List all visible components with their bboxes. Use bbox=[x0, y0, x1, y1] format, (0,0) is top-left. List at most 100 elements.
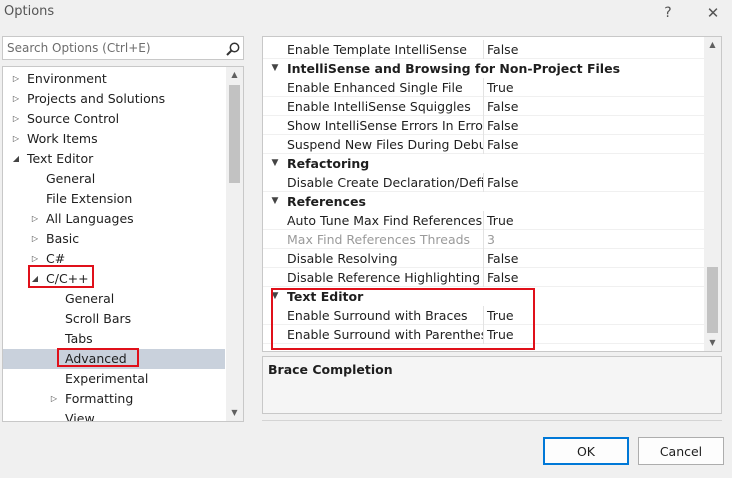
search-icon[interactable] bbox=[225, 41, 241, 57]
tree-item-label: Text Editor bbox=[27, 151, 94, 166]
property-name: Max Find References Threads bbox=[287, 232, 471, 247]
tree-item-c-c[interactable]: ◢ C/C++ bbox=[3, 269, 225, 289]
tree-item-scroll-bars[interactable]: Scroll Bars bbox=[3, 309, 225, 329]
column-separator bbox=[483, 249, 484, 268]
expand-arrow-icon[interactable]: ▷ bbox=[11, 109, 21, 129]
property-row-show-intellisense-errors-in-error-list[interactable]: Show IntelliSense Errors In Error List Fa… bbox=[263, 116, 706, 135]
tree-item-label: Environment bbox=[27, 71, 107, 86]
collapse-arrow-icon[interactable]: ▼ bbox=[269, 287, 281, 306]
scroll-up-icon[interactable]: ▲ bbox=[704, 37, 721, 53]
tree-item-label: General bbox=[46, 171, 96, 186]
property-row-enable-template-intellisense[interactable]: Enable Template IntelliSense False bbox=[263, 40, 706, 59]
tree-item-label: All Languages bbox=[46, 211, 134, 226]
property-row-disable-reference-highlighting[interactable]: Disable Reference Highlighting False bbox=[263, 268, 706, 287]
property-row-disable-resolving[interactable]: Disable Resolving False bbox=[263, 249, 706, 268]
title-bar: Options ? ✕ bbox=[0, 0, 732, 28]
property-value[interactable]: False bbox=[487, 97, 518, 116]
expand-arrow-icon[interactable]: ▷ bbox=[11, 129, 21, 149]
expand-arrow-icon[interactable]: ▷ bbox=[30, 249, 40, 269]
tree-item-work-items[interactable]: ▷ Work Items bbox=[3, 129, 225, 149]
tree-item-environment[interactable]: ▷ Environment bbox=[3, 69, 225, 89]
collapse-arrow-icon[interactable]: ▼ bbox=[269, 154, 281, 173]
property-row-disable-create-declaration-definition[interactable]: Disable Create Declaration/Definition Fal… bbox=[263, 173, 706, 192]
scroll-thumb[interactable] bbox=[707, 267, 718, 333]
property-value[interactable]: True bbox=[487, 306, 514, 325]
property-name: Disable Create Declaration/Definition bbox=[287, 175, 483, 190]
tree-item-label: Advanced bbox=[65, 351, 127, 366]
collapse-arrow-icon[interactable]: ▼ bbox=[269, 59, 281, 78]
property-value[interactable]: True bbox=[487, 211, 514, 230]
scroll-thumb[interactable] bbox=[229, 85, 240, 183]
expand-arrow-icon[interactable]: ▷ bbox=[30, 229, 40, 249]
tree-item-experimental[interactable]: Experimental bbox=[3, 369, 225, 389]
tree-item-general[interactable]: General bbox=[3, 289, 225, 309]
expand-arrow-icon[interactable]: ▷ bbox=[30, 209, 40, 229]
column-separator bbox=[483, 325, 484, 344]
options-tree: ▷ Environment ▷ Projects and Solutions ▷ Sour… bbox=[2, 66, 244, 422]
tree-item-label: Projects and Solutions bbox=[27, 91, 166, 106]
tree-item-advanced[interactable]: Advanced bbox=[3, 349, 225, 369]
expand-arrow-icon[interactable]: ▷ bbox=[49, 389, 59, 409]
property-name: Enable Surround with Braces bbox=[287, 308, 468, 323]
search-input[interactable] bbox=[3, 37, 217, 59]
tree-item-label: C# bbox=[46, 251, 66, 266]
property-row-enable-surround-with-braces[interactable]: Enable Surround with Braces True bbox=[263, 306, 706, 325]
grid-scrollbar[interactable]: ▲ ▼ bbox=[704, 37, 721, 351]
collapse-arrow-icon[interactable]: ◢ bbox=[11, 149, 21, 169]
property-value[interactable]: False bbox=[487, 268, 518, 287]
property-value[interactable]: False bbox=[487, 173, 518, 192]
tree-item-formatting[interactable]: ▷ Formatting bbox=[3, 389, 225, 409]
column-separator bbox=[483, 116, 484, 135]
category-refactoring[interactable]: ▼ Refactoring bbox=[263, 154, 706, 173]
collapse-arrow-icon[interactable]: ▼ bbox=[269, 192, 281, 211]
property-value[interactable]: False bbox=[487, 249, 518, 268]
property-value[interactable]: False bbox=[487, 135, 518, 154]
cancel-button[interactable]: Cancel bbox=[638, 437, 724, 465]
expand-arrow-icon[interactable]: ▷ bbox=[11, 69, 21, 89]
scroll-up-icon[interactable]: ▲ bbox=[226, 67, 243, 83]
expand-arrow-icon[interactable]: ▷ bbox=[11, 89, 21, 109]
column-separator bbox=[483, 97, 484, 116]
tree-item-projects-and-solutions[interactable]: ▷ Projects and Solutions bbox=[3, 89, 225, 109]
tree-item-file-extension[interactable]: File Extension bbox=[3, 189, 225, 209]
property-value[interactable]: False bbox=[487, 40, 518, 59]
close-button[interactable]: ✕ bbox=[700, 2, 726, 24]
scroll-down-icon[interactable]: ▼ bbox=[226, 405, 243, 421]
tree-item-text-editor[interactable]: ◢ Text Editor bbox=[3, 149, 225, 169]
help-button[interactable]: ? bbox=[656, 2, 680, 24]
property-name: Suspend New Files During Debug bbox=[287, 137, 483, 152]
category-intellisense-and-browsing-for-non-project-files[interactable]: ▼ IntelliSense and Browsing for Non-Proje… bbox=[263, 59, 706, 78]
property-name: Enable Enhanced Single File bbox=[287, 80, 463, 95]
category-text-editor[interactable]: ▼ Text Editor bbox=[263, 287, 706, 306]
property-row-max-find-references-threads[interactable]: Max Find References Threads 3 bbox=[263, 230, 706, 249]
tree-item-all-languages[interactable]: ▷ All Languages bbox=[3, 209, 225, 229]
tree-item-source-control[interactable]: ▷ Source Control bbox=[3, 109, 225, 129]
tree-scrollbar[interactable]: ▲ ▼ bbox=[226, 67, 243, 421]
category-references[interactable]: ▼ References bbox=[263, 192, 706, 211]
property-row-auto-tune-max-find-references-threads[interactable]: Auto Tune Max Find References Threads Tru… bbox=[263, 211, 706, 230]
property-value[interactable]: True bbox=[487, 325, 514, 344]
property-value: 3 bbox=[487, 232, 495, 247]
tree-item-general[interactable]: General bbox=[3, 169, 225, 189]
property-row-suspend-new-files-during-debug[interactable]: Suspend New Files During Debug False bbox=[263, 135, 706, 154]
category-label: Text Editor bbox=[287, 289, 364, 304]
tree-item-label: File Extension bbox=[46, 191, 133, 206]
tree-item-view[interactable]: View bbox=[3, 409, 225, 421]
property-row-enable-surround-with-parentheses[interactable]: Enable Surround with Parentheses True bbox=[263, 325, 706, 344]
description-panel: Brace Completion bbox=[262, 356, 722, 414]
property-value[interactable]: True bbox=[487, 78, 514, 97]
property-row-enable-enhanced-single-file[interactable]: Enable Enhanced Single File True bbox=[263, 78, 706, 97]
tree-item-c[interactable]: ▷ C# bbox=[3, 249, 225, 269]
tree-item-basic[interactable]: ▷ Basic bbox=[3, 229, 225, 249]
column-separator bbox=[483, 40, 484, 59]
scroll-down-icon[interactable]: ▼ bbox=[704, 335, 721, 351]
collapse-arrow-icon[interactable]: ◢ bbox=[30, 269, 40, 289]
ok-button[interactable]: OK bbox=[543, 437, 629, 465]
column-separator bbox=[483, 268, 484, 287]
column-separator bbox=[483, 211, 484, 230]
tree-item-tabs[interactable]: Tabs bbox=[3, 329, 225, 349]
tree-item-label: General bbox=[65, 291, 115, 306]
property-value[interactable]: False bbox=[487, 116, 518, 135]
property-row-enable-intellisense-squiggles[interactable]: Enable IntelliSense Squiggles False bbox=[263, 97, 706, 116]
property-name: Enable Surround with Parentheses bbox=[287, 327, 483, 342]
